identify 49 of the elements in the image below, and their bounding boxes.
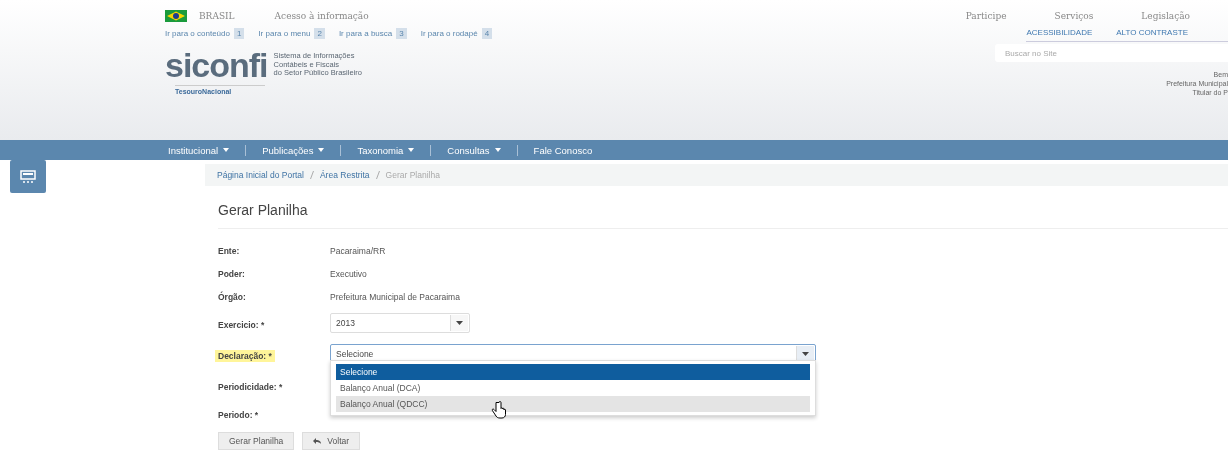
caret-icon xyxy=(223,148,230,152)
reply-arrow-icon xyxy=(313,438,322,444)
gov-link[interactable]: Participe xyxy=(965,11,1007,21)
breadcrumb-link[interactable]: Gerar Planilha xyxy=(385,170,440,180)
accessibility-link[interactable]: ALTO CONTRASTE xyxy=(1116,28,1188,37)
side-widget-button[interactable] xyxy=(10,160,46,193)
caret-icon xyxy=(318,148,325,152)
page-title: Gerar Planilha xyxy=(218,202,1228,229)
breadcrumb-link[interactable]: Página Inicial do Portal xyxy=(217,170,304,180)
nav-menu-item[interactable]: Publicações xyxy=(245,144,341,156)
field-label: Periodo: * xyxy=(218,410,259,420)
dropdown-option[interactable]: Balanço Anual (QDCC) xyxy=(336,396,810,412)
field-label: Exercicio: * xyxy=(218,319,265,330)
skip-link[interactable]: Ir para o menu 2 xyxy=(258,28,325,38)
gov-link[interactable]: Serviços xyxy=(1054,11,1094,21)
skip-link[interactable]: Ir para a busca 3 xyxy=(338,28,407,38)
breadcrumb-link[interactable]: Área Restrita xyxy=(319,170,370,180)
field-label: Poder: xyxy=(218,268,246,279)
search-field[interactable]: Buscar no Site xyxy=(995,44,1228,62)
separator-icon xyxy=(375,171,380,179)
accessibility-link[interactable]: ACESSIBILIDADE xyxy=(1026,28,1093,37)
back-button[interactable]: Voltar xyxy=(302,432,361,450)
nav-menu-item[interactable]: Institucional xyxy=(165,144,246,156)
field-label: Declaração: * xyxy=(215,349,275,362)
nav-menu-item[interactable]: Consultas xyxy=(430,144,517,156)
gov-link[interactable]: Acesso à informação xyxy=(274,11,369,21)
window-icon xyxy=(20,169,36,184)
caret-icon xyxy=(456,320,463,325)
dropdown-option[interactable]: Selecione xyxy=(336,364,810,380)
field-label: Ente: xyxy=(218,245,241,256)
separator-icon xyxy=(309,171,314,179)
field-label: Periodicidade: * xyxy=(218,382,283,392)
field-value: Prefeitura Municipal de Pacaraima xyxy=(330,291,460,302)
skip-link[interactable]: Ir para o conteúdo 1 xyxy=(165,28,245,38)
nav-menu-item[interactable]: Taxonomia xyxy=(340,144,431,156)
nav-menu-item[interactable]: Fale Conosco xyxy=(516,144,609,156)
brazil-flag-icon xyxy=(165,10,187,22)
caret-icon xyxy=(408,148,415,152)
field-value: Executivo xyxy=(330,268,367,279)
caret-icon xyxy=(802,351,809,356)
select-field[interactable]: 2013 xyxy=(330,312,470,333)
field-value: Pacaraima/RR xyxy=(330,245,386,256)
generate-button[interactable]: Gerar Planilha xyxy=(218,432,295,450)
country-label[interactable]: BRASIL xyxy=(199,11,235,21)
logo-text[interactable]: siconfi xyxy=(165,48,268,82)
field-label: Órgão: xyxy=(218,291,247,302)
skip-link[interactable]: Ir para o rodapé 4 xyxy=(420,28,493,38)
gov-link[interactable]: Legislação xyxy=(1141,11,1190,21)
caret-icon xyxy=(494,148,501,152)
